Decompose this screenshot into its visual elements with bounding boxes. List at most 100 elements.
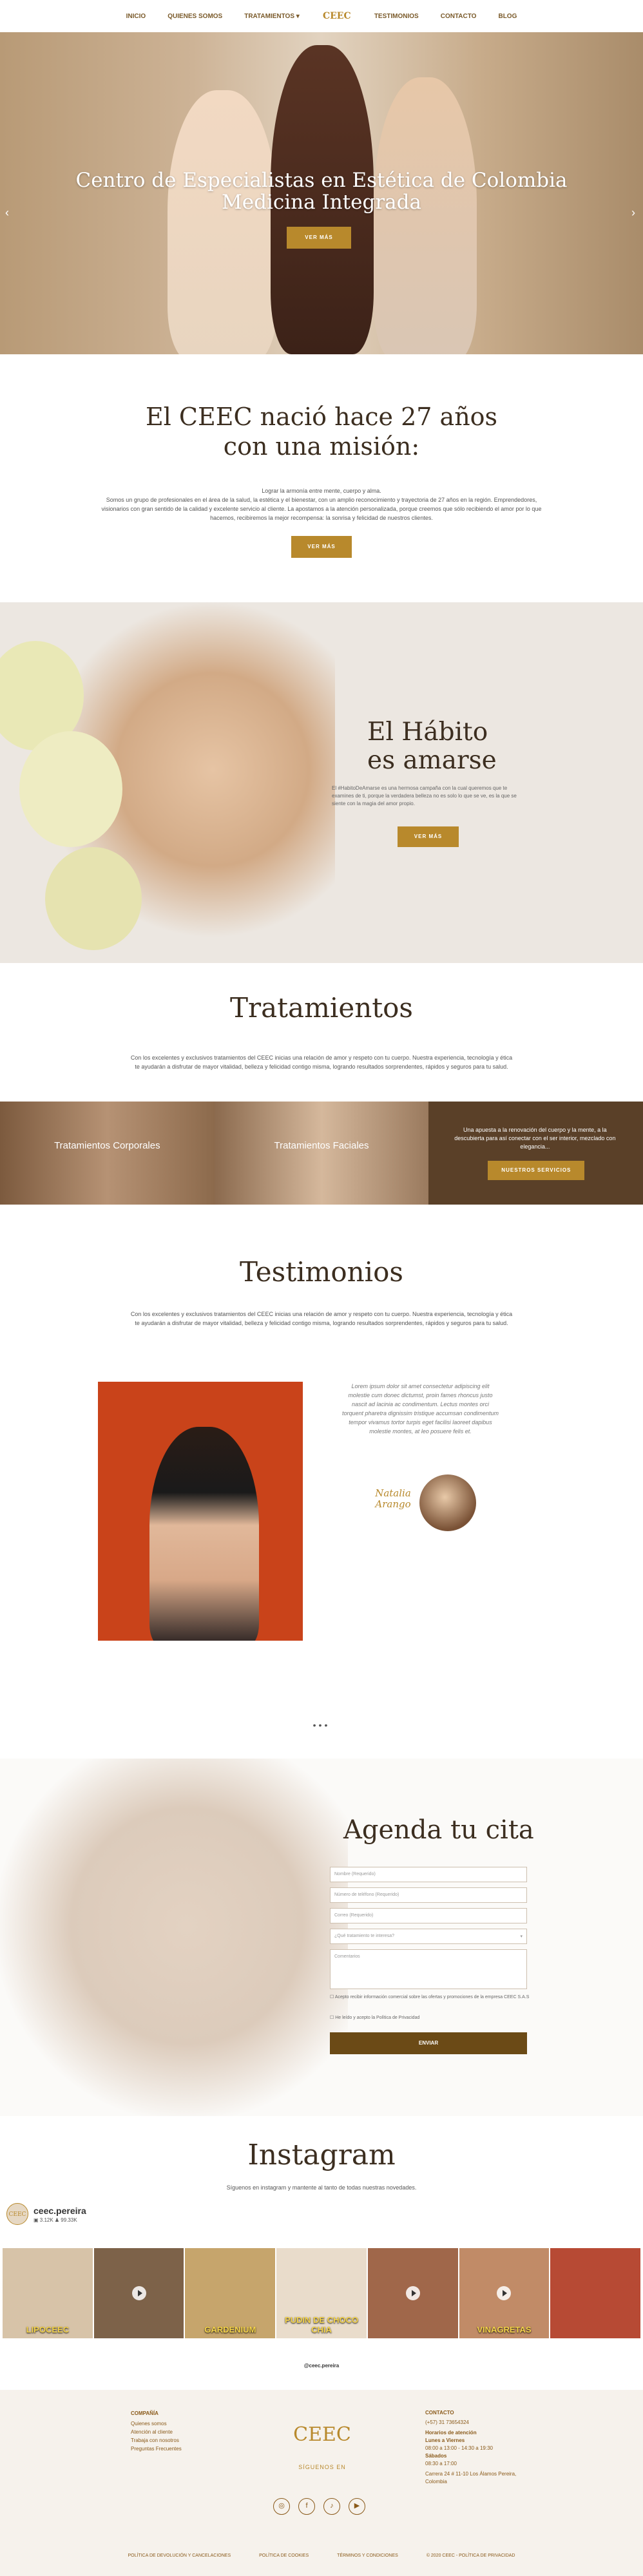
footer-contact-heading: CONTACTO xyxy=(425,2410,454,2416)
play-icon xyxy=(405,2286,420,2300)
footer-hours-saturday: Sábados xyxy=(425,2453,447,2459)
enviar-button[interactable]: ENVIAR xyxy=(330,2032,527,2054)
mission-text-body: Somos un grupo de profesionales en el ár… xyxy=(101,497,542,521)
footer-cookies-link[interactable]: POLÍTICA DE COOKIES xyxy=(259,2553,309,2558)
footer-logo-sub: SÍGUENOS EN xyxy=(298,2464,346,2470)
tratamientos-text: Con los excelentes y exclusivos tratamie… xyxy=(130,1054,513,1070)
instagram-post-label: LIPOCEEC xyxy=(26,2325,70,2334)
hero-title-line2: Medicina Integrada xyxy=(222,191,421,214)
card-tratamientos-corporales[interactable]: Tratamientos Corporales xyxy=(0,1102,215,1205)
footer-phone[interactable]: (+57) 31 73654324 xyxy=(425,2419,522,2427)
nav-blog[interactable]: BLOG xyxy=(494,11,521,22)
instagram-post[interactable] xyxy=(93,2248,184,2338)
footer-terminos-link[interactable]: TÉRMINOS Y CONDICIONES xyxy=(337,2553,398,2558)
testimonial-quote: Lorem ipsum dolor sit amet consectetur a… xyxy=(341,1383,499,1435)
footer-link-atencion[interactable]: Atención al cliente xyxy=(131,2428,182,2436)
facebook-icon[interactable]: f xyxy=(298,2498,315,2515)
mission-title-line2: con una misión: xyxy=(223,432,420,461)
instagram-post-label: PUDIN DE CHOCO CHIA xyxy=(284,2315,359,2334)
habito-section: El Hábito es amarse El #HabitoDeAmarse es… xyxy=(0,602,643,963)
instagram-icon[interactable]: ◎ xyxy=(273,2498,290,2515)
slider-next-icon[interactable]: › xyxy=(631,206,635,220)
chevron-down-icon: ▾ xyxy=(296,12,300,20)
mission-text: Lograr la armonía entre mente, cuerpo y … xyxy=(97,486,546,522)
nav-quienes-somos[interactable]: QUIENES SOMOS xyxy=(164,11,226,22)
agenda-section: Agenda tu cita Nombre (Requerido) Número… xyxy=(0,1759,643,2116)
footer-link-quienes[interactable]: Quienes somos xyxy=(131,2419,182,2428)
email-field[interactable]: Correo (Requerido) xyxy=(330,1908,527,1923)
habito-text: El #HabitoDeAmarse es una hermosa campañ… xyxy=(332,785,517,806)
testimonial-name-line2: Arango xyxy=(375,1498,411,1510)
footer-logo: CEEC SÍGUENOS EN xyxy=(264,2423,380,2470)
footer-address: Carrera 24 # 11-10 Los Álamos Pereira, C… xyxy=(425,2471,517,2485)
habito-ver-mas-button[interactable]: VER MÁS xyxy=(398,826,459,847)
testimonios-text: Con los excelentes y exclusivos tratamie… xyxy=(130,1311,513,1326)
footer-devolucion-link[interactable]: POLÍTICA DE DEVOLUCIÓN Y CANCELACIONES xyxy=(128,2553,231,2558)
nav-contacto[interactable]: CONTACTO xyxy=(437,11,481,22)
hero-model-right xyxy=(374,77,477,354)
privacy-consent-label: He leído y acepto la Política de Privaci… xyxy=(335,2016,420,2020)
name-field[interactable]: Nombre (Requerido) xyxy=(330,1867,527,1882)
footer-hours-weekdays-time: 08:00 a 13:00 - 14:30 a 19:30 xyxy=(425,2445,493,2451)
instagram-post[interactable] xyxy=(367,2248,458,2338)
orchid-image-2 xyxy=(19,731,122,847)
footer-hours-heading: Horarios de atención xyxy=(425,2430,477,2436)
instagram-post[interactable]: LIPOCEEC xyxy=(3,2248,93,2338)
instagram-stats: ▣ 3.12K ♟ 99.33K xyxy=(34,2217,77,2223)
chevron-down-icon: ▾ xyxy=(520,1934,523,1939)
mission-ver-mas-button[interactable]: VER MÁS xyxy=(291,536,352,558)
footer: COMPAÑÍA Quienes somos Atención al clien… xyxy=(0,2390,643,2576)
nav-tratamientos[interactable]: TRATAMIENTOS ▾ xyxy=(240,11,303,22)
footer-company-heading: COMPAÑÍA xyxy=(131,2410,158,2416)
marketing-consent[interactable]: ☐ Acepto recibir información comercial s… xyxy=(330,1994,529,1999)
youtube-icon[interactable]: ▶ xyxy=(349,2498,365,2515)
phone-field[interactable]: Número de teléfono (Requerido) xyxy=(330,1887,527,1903)
instagram-post[interactable]: PUDIN DE CHOCO CHIA xyxy=(276,2248,367,2338)
marketing-consent-label: Acepto recibir información comercial sob… xyxy=(334,1995,530,1999)
footer-company: COMPAÑÍA Quienes somos Atención al clien… xyxy=(131,2409,182,2453)
footer-privacidad-link[interactable]: © 2020 CEEC - POLÍTICA DE PRIVACIDAD xyxy=(427,2553,515,2558)
nuestros-servicios-button[interactable]: NUESTROS SERVICIOS xyxy=(488,1161,585,1180)
habito-title-line1: El Hábito xyxy=(367,718,488,747)
instagram-handle[interactable]: @ceec.pereira xyxy=(0,2363,643,2369)
footer-hours-saturday-time: 08:30 a 17:00 xyxy=(425,2461,457,2466)
nav-inicio[interactable]: INICIO xyxy=(122,11,150,22)
hero-slider: Centro de Especialistas en Estética de C… xyxy=(0,32,643,354)
testimonial-avatar xyxy=(419,1474,476,1531)
top-nav: INICIO QUIENES SOMOS TRATAMIENTOS ▾ CEEC… xyxy=(0,0,643,32)
treatment-select[interactable]: ¿Qué tratamiento te interesa? ▾ xyxy=(330,1929,527,1944)
play-icon xyxy=(497,2286,512,2300)
instagram-avatar: CEEC xyxy=(6,2203,28,2225)
footer-social: ◎ f ♪ ▶ xyxy=(273,2498,365,2515)
card-servicios: Una apuesta a la renovación del cuerpo y… xyxy=(428,1102,643,1205)
comments-field[interactable]: Comentarios xyxy=(330,1949,527,1989)
slider-prev-icon[interactable]: ‹ xyxy=(5,206,9,220)
instagram-feed: LIPOCEEC GARDENIUM PUDIN DE CHOCO CHIA VINA… xyxy=(3,2248,641,2338)
hero-title-line1: Centro de Especialistas en Estética de C… xyxy=(75,169,568,192)
tratamientos-title: Tratamientos xyxy=(230,992,413,1024)
footer-logo-mark: CEEC xyxy=(293,2423,351,2446)
instagram-profile[interactable]: CEEC ceec.pereira ▣ 3.12K ♟ 99.33K xyxy=(6,2203,86,2225)
instagram-post[interactable]: GARDENIUM xyxy=(185,2248,276,2338)
testimonial-name-line1: Natalia xyxy=(375,1487,411,1499)
instagram-post[interactable] xyxy=(550,2248,641,2338)
instagram-post-label: GARDENIUM xyxy=(204,2325,256,2334)
hero-ver-mas-button[interactable]: VER MÁS xyxy=(287,227,351,249)
card-tratamientos-faciales[interactable]: Tratamientos Faciales xyxy=(214,1102,429,1205)
card-servicios-text: Una apuesta a la renovación del cuerpo y… xyxy=(454,1127,616,1150)
hero-title: Centro de Especialistas en Estética de C… xyxy=(0,169,643,213)
testimonial-name: Natalia Arango xyxy=(374,1488,412,1510)
footer-link-preguntas[interactable]: Preguntas Frecuentes xyxy=(131,2445,182,2453)
instagram-post[interactable]: VINAGRETAS xyxy=(459,2248,550,2338)
orchid-image-3 xyxy=(45,847,142,950)
nav-tratamientos-label: TRATAMIENTOS xyxy=(244,12,294,20)
footer-link-trabaja[interactable]: Trabaja con nosotros xyxy=(131,2436,182,2445)
tiktok-icon[interactable]: ♪ xyxy=(323,2498,340,2515)
nav-testimonios[interactable]: TESTIMONIOS xyxy=(370,11,423,22)
site-logo[interactable]: CEEC xyxy=(318,11,356,21)
card-corporales-label: Tratamientos Corporales xyxy=(54,1140,160,1151)
privacy-consent[interactable]: ☐ He leído y acepto la Política de Priva… xyxy=(330,2015,419,2020)
hero-model-left xyxy=(168,90,277,354)
habito-title-line2: es amarse xyxy=(367,746,497,775)
carousel-dots[interactable]: ••• xyxy=(0,1720,643,1730)
